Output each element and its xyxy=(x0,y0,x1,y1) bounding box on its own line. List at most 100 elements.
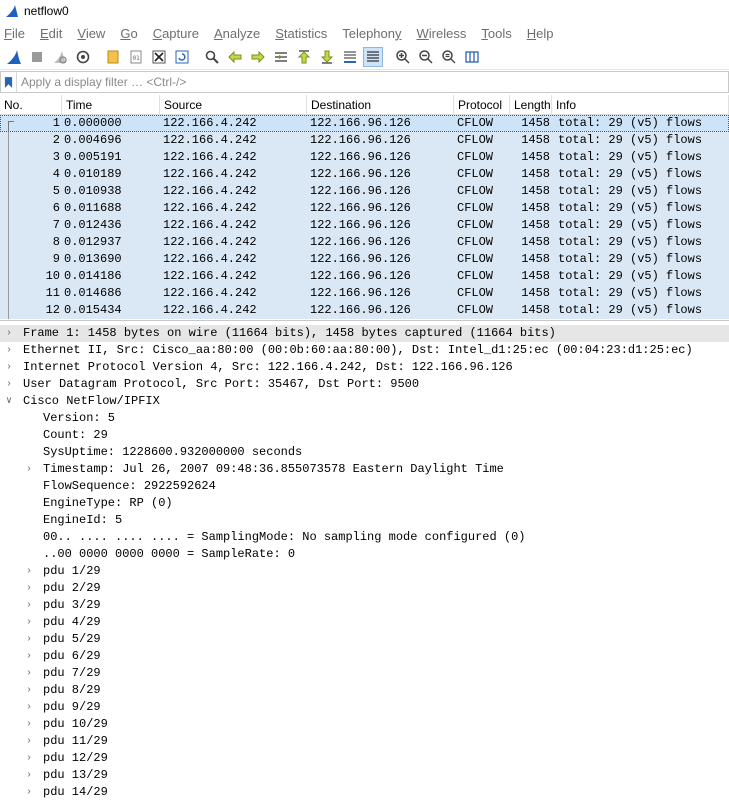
zoom-in-button[interactable] xyxy=(393,47,413,67)
resize-columns-button[interactable] xyxy=(462,47,482,67)
chevron-right-icon[interactable]: › xyxy=(24,597,34,614)
chevron-right-icon[interactable]: › xyxy=(24,784,34,801)
column-header-source[interactable]: Source xyxy=(160,95,307,115)
packet-row[interactable]: 10 0.014186 122.166.4.242 122.166.96.126 CFL… xyxy=(0,268,729,285)
chevron-right-icon[interactable]: › xyxy=(24,750,34,767)
start-capture-button[interactable] xyxy=(4,47,24,67)
menu-telephony[interactable]: Telephony xyxy=(342,26,401,41)
packet-row[interactable]: 8 0.012937 122.166.4.242 122.166.96.126 CFLO… xyxy=(0,234,729,251)
netflow-field[interactable]: › pdu 1/29 xyxy=(0,563,729,580)
netflow-field[interactable]: › pdu 13/29 xyxy=(0,767,729,784)
chevron-right-icon[interactable]: › xyxy=(24,580,34,597)
column-header-protocol[interactable]: Protocol xyxy=(454,95,510,115)
stop-capture-button[interactable] xyxy=(27,47,47,67)
packet-row[interactable]: 2 0.004696 122.166.4.242 122.166.96.126 CFLO… xyxy=(0,132,729,149)
chevron-right-icon[interactable]: › xyxy=(4,376,14,393)
display-filter-input[interactable] xyxy=(17,73,728,91)
chevron-down-icon[interactable]: ∨ xyxy=(4,393,14,410)
detail-tree-item[interactable]: › Frame 1: 1458 bytes on wire (11664 bits… xyxy=(0,325,729,342)
chevron-right-icon[interactable]: › xyxy=(4,359,14,376)
reload-file-button[interactable] xyxy=(172,47,192,67)
chevron-right-icon[interactable]: › xyxy=(24,631,34,648)
packet-row[interactable]: 7 0.012436 122.166.4.242 122.166.96.126 CFLO… xyxy=(0,217,729,234)
chevron-right-icon[interactable]: › xyxy=(24,733,34,750)
menu-capture[interactable]: Capture xyxy=(153,26,199,41)
chevron-right-icon[interactable]: › xyxy=(24,767,34,784)
zoom-out-button[interactable] xyxy=(416,47,436,67)
detail-tree-item[interactable]: ∨ Cisco NetFlow/IPFIX xyxy=(0,393,729,410)
netflow-field[interactable]: › pdu 9/29 xyxy=(0,699,729,716)
chevron-right-icon[interactable]: › xyxy=(24,563,34,580)
netflow-field[interactable]: Count: 29 xyxy=(0,427,729,444)
column-header-info[interactable]: Info xyxy=(552,95,729,115)
netflow-field[interactable]: › Timestamp: Jul 26, 2007 09:48:36.855073… xyxy=(0,461,729,478)
netflow-field[interactable]: › pdu 3/29 xyxy=(0,597,729,614)
column-header-time[interactable]: Time xyxy=(62,95,160,115)
column-header-destination[interactable]: Destination xyxy=(307,95,454,115)
chevron-right-icon[interactable]: › xyxy=(4,325,14,342)
first-packet-button[interactable] xyxy=(294,47,314,67)
netflow-field[interactable]: FlowSequence: 2922592624 xyxy=(0,478,729,495)
netflow-field[interactable]: › pdu 6/29 xyxy=(0,648,729,665)
menu-go[interactable]: Go xyxy=(120,26,137,41)
detail-tree-item[interactable]: › User Datagram Protocol, Src Port: 35467… xyxy=(0,376,729,393)
chevron-right-icon[interactable]: › xyxy=(24,699,34,716)
packet-row[interactable]: 3 0.005191 122.166.4.242 122.166.96.126 CFLO… xyxy=(0,149,729,166)
packet-row[interactable]: 12 0.015434 122.166.4.242 122.166.96.126 CFL… xyxy=(0,302,729,319)
menu-tools[interactable]: Tools xyxy=(481,26,511,41)
go-back-button[interactable] xyxy=(225,47,245,67)
menu-help[interactable]: Help xyxy=(527,26,554,41)
menu-view[interactable]: View xyxy=(77,26,105,41)
menu-statistics[interactable]: Statistics xyxy=(275,26,327,41)
packet-row[interactable]: 6 0.011688 122.166.4.242 122.166.96.126 CFLO… xyxy=(0,200,729,217)
menu-edit[interactable]: Edit xyxy=(40,26,62,41)
netflow-field[interactable]: › pdu 10/29 xyxy=(0,716,729,733)
netflow-field[interactable]: 00.. .... .... .... = SamplingMode: No s… xyxy=(0,529,729,546)
netflow-field[interactable]: › pdu 12/29 xyxy=(0,750,729,767)
last-packet-button[interactable] xyxy=(317,47,337,67)
chevron-right-icon[interactable]: › xyxy=(24,716,34,733)
chevron-right-icon[interactable]: › xyxy=(24,682,34,699)
save-file-button[interactable]: 01 xyxy=(126,47,146,67)
netflow-field[interactable]: › pdu 2/29 xyxy=(0,580,729,597)
filter-bookmark-button[interactable] xyxy=(1,72,17,92)
netflow-field[interactable]: › pdu 11/29 xyxy=(0,733,729,750)
capture-options-button[interactable] xyxy=(73,47,93,67)
chevron-right-icon[interactable]: › xyxy=(24,665,34,682)
packet-row[interactable]: 4 0.010189 122.166.4.242 122.166.96.126 CFLO… xyxy=(0,166,729,183)
netflow-field[interactable]: › pdu 7/29 xyxy=(0,665,729,682)
netflow-field[interactable]: › pdu 14/29 xyxy=(0,784,729,801)
packet-row[interactable]: 9 0.013690 122.166.4.242 122.166.96.126 CFLO… xyxy=(0,251,729,268)
netflow-field[interactable]: ..00 0000 0000 0000 = SampleRate: 0 xyxy=(0,546,729,563)
close-file-button[interactable] xyxy=(149,47,169,67)
netflow-field[interactable]: Version: 5 xyxy=(0,410,729,427)
normal-size-button[interactable] xyxy=(439,47,459,67)
menu-file[interactable]: File xyxy=(4,26,25,41)
column-header-no[interactable]: No. xyxy=(0,95,62,115)
colorize-button[interactable] xyxy=(363,46,383,67)
packet-row[interactable]: 11 0.014686 122.166.4.242 122.166.96.126 CFL… xyxy=(0,285,729,302)
netflow-field[interactable]: EngineType: RP (0) xyxy=(0,495,729,512)
find-packet-button[interactable] xyxy=(202,47,222,67)
netflow-field[interactable]: EngineId: 5 xyxy=(0,512,729,529)
detail-tree-item[interactable]: › Internet Protocol Version 4, Src: 122.1… xyxy=(0,359,729,376)
column-header-length[interactable]: Length xyxy=(510,95,552,115)
netflow-field[interactable]: › pdu 8/29 xyxy=(0,682,729,699)
go-forward-button[interactable] xyxy=(248,47,268,67)
packet-row[interactable]: 5 0.010938 122.166.4.242 122.166.96.126 CFLO… xyxy=(0,183,729,200)
chevron-right-icon[interactable]: › xyxy=(24,461,34,478)
autoscroll-button[interactable] xyxy=(340,47,360,67)
chevron-right-icon[interactable]: › xyxy=(24,648,34,665)
chevron-right-icon[interactable]: › xyxy=(24,614,34,631)
open-file-button[interactable] xyxy=(103,47,123,67)
menu-wireless[interactable]: Wireless xyxy=(417,26,467,41)
detail-tree-item[interactable]: › Ethernet II, Src: Cisco_aa:80:00 (00:0b… xyxy=(0,342,729,359)
chevron-right-icon[interactable]: › xyxy=(4,342,14,359)
netflow-field[interactable]: SysUptime: 1228600.932000000 seconds xyxy=(0,444,729,461)
restart-capture-button[interactable] xyxy=(50,47,70,67)
netflow-field[interactable]: › pdu 5/29 xyxy=(0,631,729,648)
netflow-field[interactable]: › pdu 4/29 xyxy=(0,614,729,631)
go-to-packet-button[interactable] xyxy=(271,47,291,67)
packet-row[interactable]: 1 0.000000 122.166.4.242 122.166.96.126 CFLO… xyxy=(0,115,729,132)
menu-analyze[interactable]: Analyze xyxy=(214,26,260,41)
